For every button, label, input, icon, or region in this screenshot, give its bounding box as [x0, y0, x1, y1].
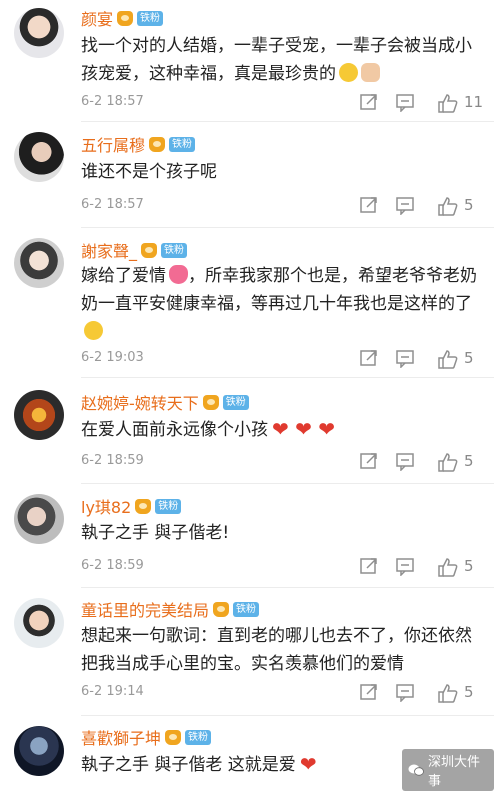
- username[interactable]: 赵婉婷-婉转天下: [81, 390, 199, 414]
- avatar[interactable]: [14, 390, 64, 440]
- thumbs-up-icon[interactable]: [437, 451, 459, 473]
- comment-icon[interactable]: [395, 348, 417, 370]
- comment-time: 6-2 18:57: [81, 197, 144, 212]
- sad-emoji-icon: [84, 321, 103, 340]
- comment-time: 6-2 19:03: [81, 350, 144, 365]
- comment-item: ly琪82 铁粉 執子之手 與子偕老! 6-2 18:59 5: [0, 484, 494, 588]
- like-count: 11: [464, 93, 484, 111]
- comment-item: 童话里的完美结局 铁粉 想起来一句歌词：直到老的哪儿也去不了，你还依然把我当成手…: [0, 588, 494, 716]
- comment-text: 在爱人面前永远像个小孩 ❤ ❤ ❤: [81, 417, 335, 441]
- comment-icon[interactable]: [395, 682, 417, 704]
- avatar[interactable]: [14, 726, 64, 776]
- comment-icon[interactable]: [395, 451, 417, 473]
- comment-text: 谁还不是个孩子呢: [81, 162, 217, 182]
- like-count: 5: [464, 349, 474, 367]
- like-count: 5: [464, 452, 474, 470]
- thumbs-up-icon[interactable]: [437, 682, 459, 704]
- comment-icon[interactable]: [395, 195, 417, 217]
- comment-icon[interactable]: [395, 92, 417, 114]
- fan-badge: 铁粉: [185, 729, 212, 745]
- share-icon[interactable]: [359, 556, 381, 578]
- red-heart-icons: ❤ ❤ ❤: [272, 417, 335, 441]
- fan-badge: 铁粉: [233, 601, 260, 617]
- avatar[interactable]: [14, 238, 64, 288]
- comment-text: 執子之手 與子偕老!: [81, 523, 230, 543]
- username[interactable]: 謝家聲_: [81, 238, 137, 262]
- username[interactable]: 童话里的完美结局: [81, 597, 209, 621]
- grin-emoji-icon: [339, 63, 358, 82]
- comment-item: 赵婉婷-婉转天下 铁粉 在爱人面前永远像个小孩 ❤ ❤ ❤ 6-2 18:59 5: [0, 378, 494, 484]
- vip-crown-icon: [135, 498, 152, 514]
- comment-icon[interactable]: [395, 556, 417, 578]
- watermark-text: 深圳大件事: [428, 755, 481, 789]
- comment-item: 颜宴 铁粉 找一个对的人结婚，一辈子受宠，一辈子会被当成小孩宠爱，这种幸福，真是…: [0, 0, 494, 122]
- avatar[interactable]: [14, 132, 64, 182]
- fan-badge: 铁粉: [169, 136, 196, 152]
- comment-item: 五行属穆 铁粉 谁还不是个孩子呢 6-2 18:57 5: [0, 122, 494, 228]
- share-icon[interactable]: [359, 92, 381, 114]
- vip-crown-icon: [117, 10, 134, 26]
- vip-crown-icon: [165, 729, 182, 745]
- thumbs-up-icon[interactable]: [437, 556, 459, 578]
- thumbs-up-icon[interactable]: [437, 348, 459, 370]
- avatar[interactable]: [14, 494, 64, 544]
- comment-time: 6-2 18:59: [81, 558, 144, 573]
- pink-heart-emoji-icon: [169, 265, 188, 284]
- fan-badge: 铁粉: [222, 394, 249, 410]
- username[interactable]: ly琪82: [81, 494, 131, 518]
- vip-crown-icon: [141, 242, 158, 258]
- fan-badge: 铁粉: [137, 10, 164, 26]
- vip-crown-icon: [202, 394, 219, 410]
- red-heart-icon: ❤: [299, 752, 317, 776]
- comment-time: 6-2 19:14: [81, 684, 144, 699]
- fan-badge: 铁粉: [155, 498, 182, 514]
- comment-time: 6-2 18:57: [81, 94, 144, 109]
- share-icon[interactable]: [359, 682, 381, 704]
- comment-text: 嫁给了爱情 ，所幸我家那个也是，希望老爷爷老奶奶一直平安健康幸福，等再过几十年我也…: [81, 262, 481, 346]
- like-count: 5: [464, 557, 474, 575]
- thumbs-up-icon[interactable]: [437, 92, 459, 114]
- vip-crown-icon: [149, 136, 166, 152]
- comment-item: 謝家聲_ 铁粉 嫁给了爱情 ，所幸我家那个也是，希望老爷爷老奶奶一直平安健康幸福，…: [0, 228, 494, 378]
- share-icon[interactable]: [359, 451, 381, 473]
- username[interactable]: 喜歡獅子坤: [81, 725, 161, 749]
- avatar[interactable]: [14, 598, 64, 648]
- thumbs-up-icon[interactable]: [437, 195, 459, 217]
- thumbs-up-emoji-icon: [361, 63, 380, 82]
- avatar[interactable]: [14, 8, 64, 58]
- comment-list: 颜宴 铁粉 找一个对的人结婚，一辈子受宠，一辈子会被当成小孩宠爱，这种幸福，真是…: [0, 0, 494, 791]
- comment-time: 6-2 18:59: [81, 453, 144, 468]
- wechat-icon: [408, 764, 424, 776]
- comment-text: 想起来一句歌词：直到老的哪儿也去不了，你还依然把我当成手心里的宝。实名羡慕他们的…: [81, 626, 472, 674]
- share-icon[interactable]: [359, 348, 381, 370]
- like-count: 5: [464, 196, 474, 214]
- vip-crown-icon: [213, 601, 230, 617]
- fan-badge: 铁粉: [161, 242, 188, 258]
- comment-text: 找一个对的人结婚，一辈子受宠，一辈子会被当成小孩宠爱，这种幸福，真是最珍贵的: [81, 36, 472, 84]
- like-count: 5: [464, 683, 474, 701]
- share-icon[interactable]: [359, 195, 381, 217]
- watermark: 深圳大件事: [402, 749, 494, 791]
- username[interactable]: 颜宴: [81, 6, 113, 30]
- username[interactable]: 五行属穆: [81, 132, 145, 156]
